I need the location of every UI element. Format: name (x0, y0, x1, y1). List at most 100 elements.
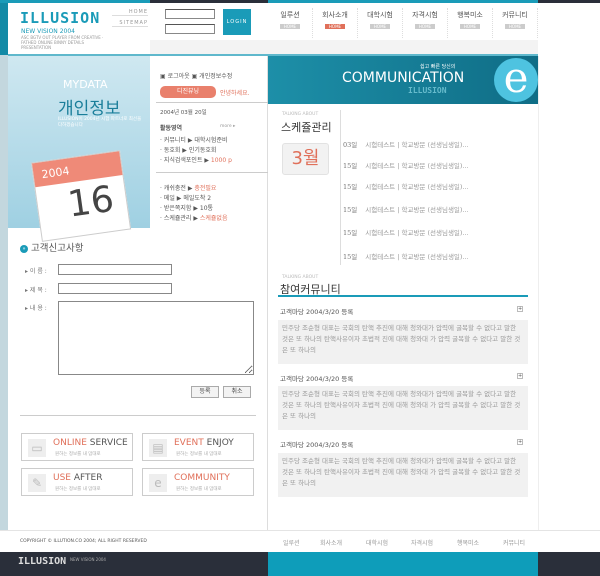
schedule-row[interactable]: 15일 시험테스트 | 학교방문 (선생님생일)... (343, 227, 469, 237)
nav-item[interactable]: 회사소개 HOME (313, 8, 358, 38)
status-item[interactable]: · 메일 ▶ 메일도착 2 (160, 193, 211, 202)
communication-banner: 쉽고 빠른 당신의 COMMUNICATION ILLUSION e (268, 56, 538, 104)
right-margin (538, 56, 600, 530)
content-textarea[interactable] (58, 301, 254, 375)
footer-teal-block (268, 552, 538, 576)
post-body: 민주당 조순형 대표는 국회의 탄핵 추진에 대해 청와대가 압력에 굴복할 수… (278, 453, 528, 497)
post-body: 민주당 조순형 대표는 국회의 탄핵 추진에 대해 청와대가 압력에 굴복할 수… (278, 320, 528, 364)
schedule-row[interactable]: 15일 시험테스트 | 학교방문 (선생님생일)... (343, 160, 469, 170)
home-link[interactable]: HOME (112, 9, 148, 16)
nav-label: 회사소개 (322, 11, 348, 19)
schedule-day: 15일 (343, 229, 358, 237)
monitor-icon: ▭ (28, 439, 46, 457)
community-eyebrow: TALKING ABOUT (282, 275, 319, 280)
item-value: 인기동호회 (188, 147, 217, 154)
schedule-eyebrow: TALKING ABOUT (282, 112, 319, 117)
activity-item[interactable]: · 커뮤니티 ▶ 대학시험준비 (160, 135, 227, 144)
login-password-input[interactable] (165, 24, 215, 34)
community-underline (278, 295, 528, 297)
nav-sub: HOME (280, 24, 300, 29)
nav-item[interactable]: 자격시험 HOME (403, 8, 448, 38)
nav-item[interactable]: 일루션 HOME (268, 8, 313, 38)
name-input[interactable] (58, 264, 172, 275)
sitemap-link[interactable]: SITEMAP (112, 20, 148, 27)
schedule-day: 15일 (343, 253, 358, 261)
activity-item[interactable]: · 동호회 ▶ 인기동호회 (160, 145, 216, 154)
schedule-text: 시험테스트 | 학교방문 (선생님생일)... (365, 229, 469, 237)
name-label-text: 이 름 : (29, 268, 47, 275)
left-stripe-top (0, 0, 8, 55)
schedule-row[interactable]: 15일 시험테스트 | 학교방문 (선생님생일)... (343, 251, 469, 261)
divider (20, 415, 256, 416)
status-item[interactable]: · 스케쥴관리 ▶ 스케쥴없음 (160, 213, 227, 222)
post-title-text: 고객마당 2004/3/20 등록 (280, 375, 354, 383)
schedule-text: 시험테스트 | 학교방문 (선생님생일)... (365, 162, 469, 170)
more-link[interactable]: more ▸ (220, 124, 235, 129)
nav-sub: HOME (370, 24, 390, 29)
expand-icon[interactable]: + (517, 439, 523, 445)
login-id-input[interactable] (165, 9, 215, 19)
post-title[interactable]: 고객마당 2004/3/20 등록 + (280, 439, 526, 449)
footer-link[interactable]: 행복미소 (457, 538, 479, 547)
nav-sub: HOME (505, 24, 525, 29)
footer-link[interactable]: 회사소개 (320, 538, 342, 547)
form-title: » 고객신고사항 (20, 240, 83, 254)
main-nav: 일루션 HOME 회사소개 HOME 대학시험 HOME 자격시험 HOME 행복미소 H… (268, 8, 538, 38)
nav-sub: HOME (325, 24, 345, 29)
copyright: COPYRIGHT © ILLUTION.CO 2004; ALL RIGHT … (20, 539, 147, 544)
footer-link[interactable]: 일루션 (283, 538, 300, 547)
schedule-row[interactable]: 03일 시험테스트 | 학교방문 (선생님생일)... (343, 139, 469, 149)
footer-link[interactable]: 대학시험 (366, 538, 388, 547)
footer-link[interactable]: 자격시험 (411, 538, 433, 547)
greeting: 안녕하세요. (220, 90, 250, 97)
expand-icon[interactable]: + (517, 373, 523, 379)
nav-item[interactable]: 대학시험 HOME (358, 8, 403, 38)
mydata-title-en: MYDATA (63, 78, 108, 91)
subject-input[interactable] (58, 283, 172, 294)
post-title[interactable]: 고객마당 2004/3/20 등록 + (280, 373, 526, 383)
logo[interactable]: ILLUSION (20, 9, 100, 27)
item-key: 커뮤니티 (163, 137, 186, 144)
service-sub: 원하는 정보를 내 맘대로 (55, 487, 101, 492)
name-label: ▸ 이 름 : (25, 268, 47, 275)
item-key: 지식검색포인트 (163, 157, 203, 164)
edit-profile-link[interactable]: ▣ 개인정보수정 (192, 73, 233, 80)
schedule-text: 시험테스트 | 학교방문 (선생님생일)... (365, 141, 469, 149)
status-item[interactable]: · 캐쉬충전 ▶ 충전필요 (160, 183, 216, 192)
community-link[interactable]: e COMMUNITY 원하는 정보를 내 맘대로 (142, 468, 254, 496)
nav-label: 일루션 (280, 11, 300, 19)
content-label: ▸ 내 용 : (25, 305, 47, 312)
expand-icon[interactable]: + (517, 306, 523, 312)
schedule-row[interactable]: 15일 시험테스트 | 학교방문 (선생님생일)... (343, 181, 469, 191)
nav-item[interactable]: 행복미소 HOME (448, 8, 493, 38)
schedule-title: 스케쥴관리 (281, 121, 332, 134)
status-item[interactable]: · 받은쪽지함 ▶ 10통 (160, 203, 213, 212)
top-line-dark (150, 0, 268, 3)
nav-item[interactable]: 커뮤니티 HOME (493, 8, 538, 38)
footer-link[interactable]: 커뮤니티 (503, 538, 525, 547)
submit-button[interactable]: 등록 (191, 386, 219, 398)
online-service-link[interactable]: ▭ ONLINE SERVICE 원하는 정보를 내 맘대로 (21, 433, 133, 461)
service-title-a: USE (53, 473, 71, 483)
use-after-link[interactable]: ✎ USE AFTER 원하는 정보를 내 맘대로 (21, 468, 133, 496)
divider (156, 102, 268, 103)
event-enjoy-link[interactable]: ▤ EVENT ENJOY 원하는 정보를 내 맘대로 (142, 433, 254, 461)
nav-label: 행복미소 (457, 11, 483, 19)
tagline: NEW VISION 2004 (21, 28, 75, 35)
post-title[interactable]: 고객마당 2004/3/20 등록 + (280, 306, 526, 316)
logout-label: 로그아웃 (167, 73, 190, 80)
banner-sub: ILLUSION (408, 86, 447, 95)
item-key: 캐쉬충전 (163, 185, 186, 192)
cancel-button[interactable]: 취소 (223, 386, 251, 398)
banner-small: 쉽고 빠른 당신의 (420, 64, 456, 70)
nav-label: 대학시험 (367, 11, 393, 19)
login-button[interactable]: LOGIN (223, 9, 251, 35)
service-sub: 원하는 정보를 내 맘대로 (55, 452, 101, 457)
item-value: 메일도착 2 (183, 195, 212, 202)
post-title-text: 고객마당 2004/3/20 등록 (280, 308, 354, 316)
activity-item[interactable]: · 지식검색포인트 ▶ 1000 p (160, 155, 232, 164)
logout-link[interactable]: ▣ 로그아웃 (160, 73, 190, 80)
nav-label: 커뮤니티 (502, 11, 528, 19)
schedule-text: 시험테스트 | 학교방문 (선생님생일)... (365, 206, 469, 214)
schedule-row[interactable]: 15일 시험테스트 | 학교방문 (선생님생일)... (343, 204, 469, 214)
